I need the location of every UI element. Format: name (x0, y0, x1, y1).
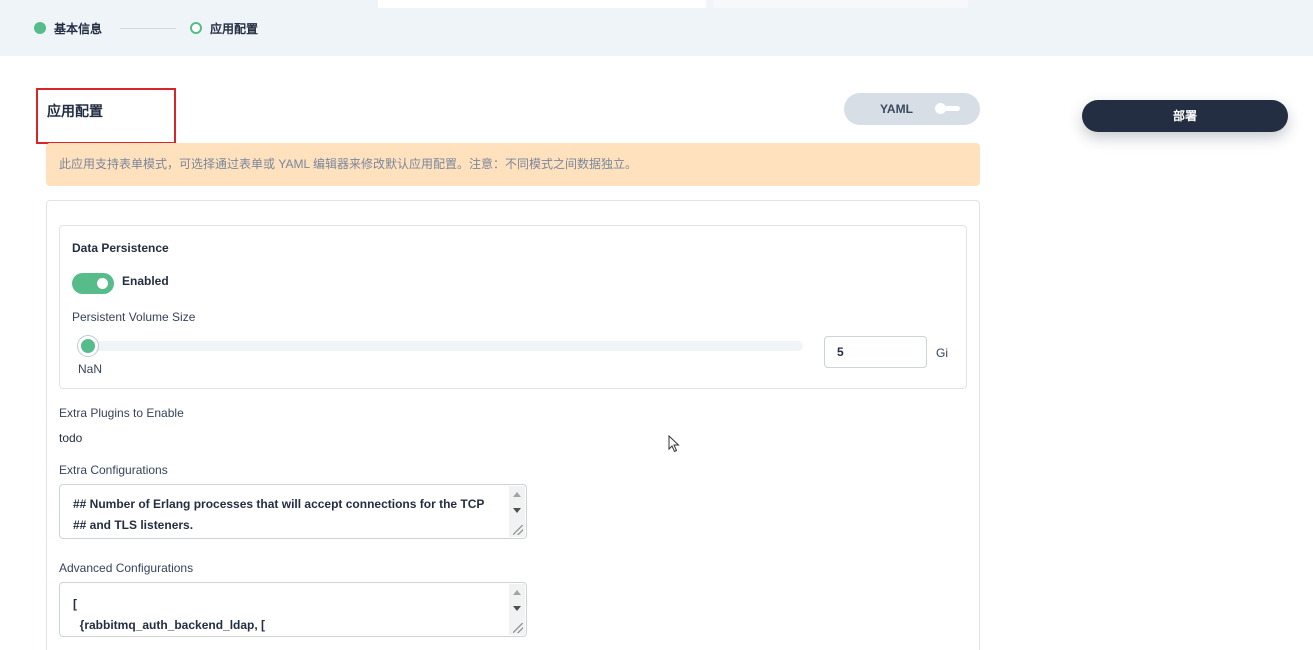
persistence-enabled-switch[interactable] (72, 273, 114, 294)
scroll-down-icon[interactable] (513, 606, 521, 611)
mouse-cursor-icon (668, 435, 680, 453)
persistence-switch-label: Enabled (122, 274, 169, 288)
scroll-up-icon[interactable] (513, 492, 521, 497)
persistent-volume-size-label: Persistent Volume Size (72, 310, 196, 324)
volume-size-slider-track[interactable] (80, 341, 803, 351)
scroll-down-icon[interactable] (513, 508, 521, 513)
resize-grip-icon[interactable] (513, 623, 523, 633)
toggle-off-icon (935, 102, 963, 114)
form-mode-notice: 此应用支持表单模式，可选择通过表单或 YAML 编辑器来修改默认应用配置。注意：… (46, 143, 980, 186)
step-app-config[interactable]: 应用配置 (190, 20, 258, 36)
advanced-configurations-label: Advanced Configurations (59, 561, 194, 575)
step-label: 应用配置 (210, 21, 259, 36)
yaml-toggle-label: YAML (880, 102, 913, 116)
extra-configurations-textarea[interactable]: ## Number of Erlang processes that will … (59, 484, 527, 539)
extra-plugins-value: todo (59, 431, 83, 445)
volume-size-unit: Gi (936, 346, 948, 360)
step-label: 基本信息 (54, 21, 103, 36)
stepper-bar: 基本信息 应用配置 (0, 0, 1313, 56)
volume-size-input[interactable] (824, 336, 927, 368)
extra-configurations-label: Extra Configurations (59, 463, 168, 477)
top-divider-segment (713, 0, 968, 8)
toggle-bar (944, 105, 960, 111)
extra-plugins-label: Extra Plugins to Enable (59, 406, 184, 420)
data-persistence-title: Data Persistence (72, 241, 169, 255)
step-connector (120, 28, 176, 29)
step-basic-info[interactable]: 基本信息 (34, 20, 102, 36)
volume-size-slider-handle[interactable] (78, 336, 98, 356)
switch-thumb (97, 278, 108, 289)
step-current-icon (190, 22, 202, 34)
textarea-content: [ {rabbitmq_auth_backend_ldap, [ (73, 597, 266, 632)
yaml-mode-toggle[interactable]: YAML (844, 93, 980, 125)
resize-grip-icon[interactable] (513, 525, 523, 535)
scroll-up-icon[interactable] (513, 590, 521, 595)
highlight-box (36, 88, 176, 144)
deploy-button[interactable]: 部署 (1082, 100, 1288, 132)
slider-value-label: NaN (78, 362, 103, 376)
step-done-icon (34, 22, 46, 34)
top-divider-segment (378, 0, 706, 8)
advanced-configurations-textarea[interactable]: [ {rabbitmq_auth_backend_ldap, [ (59, 582, 527, 637)
top-divider (378, 0, 968, 8)
textarea-content: ## Number of Erlang processes that will … (73, 497, 485, 532)
